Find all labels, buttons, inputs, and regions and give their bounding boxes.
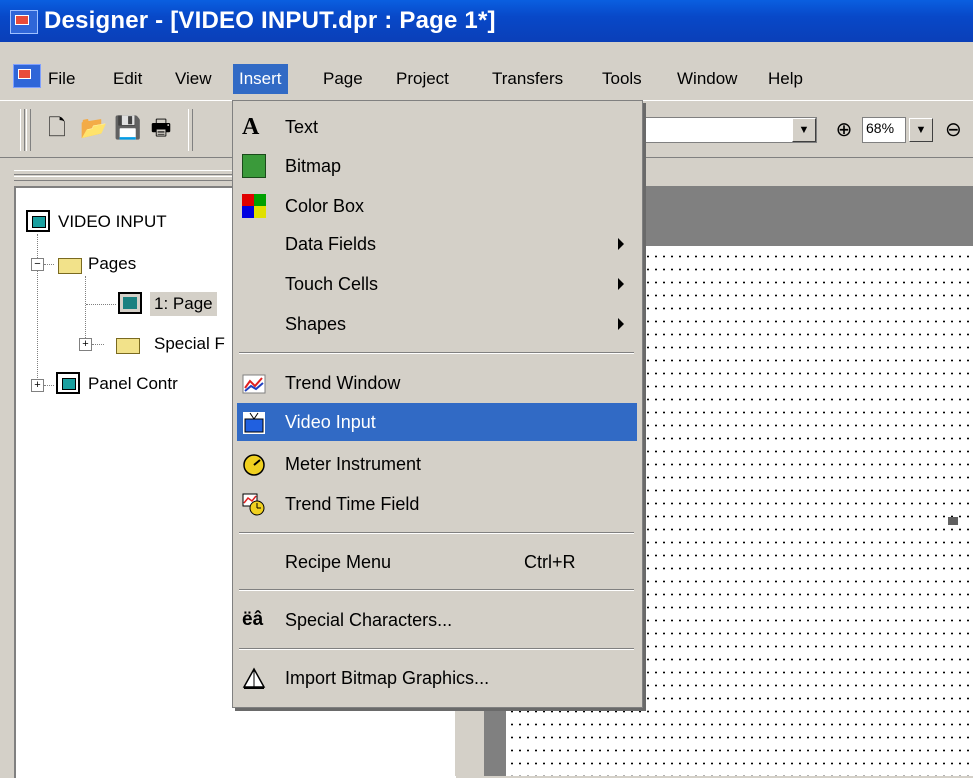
- menu-item-recipe-menu[interactable]: Recipe Menu Ctrl+R: [233, 543, 638, 581]
- recipe-shortcut: Ctrl+R: [524, 552, 576, 572]
- menu-item-special-characters[interactable]: ëâ Special Characters...: [233, 601, 638, 639]
- menu-separator: [239, 589, 634, 591]
- zoom-out-icon[interactable]: ⊖: [945, 118, 969, 142]
- menu-insert[interactable]: Insert: [233, 64, 288, 94]
- app-icon[interactable]: [10, 10, 38, 34]
- menu-item-color-box[interactable]: Color Box: [233, 187, 638, 225]
- selection-handle[interactable]: [948, 517, 958, 525]
- menu-item-trend-time-field[interactable]: Trend Time Field: [233, 485, 638, 523]
- menu-item-video-input[interactable]: Video Input: [237, 403, 637, 441]
- menu-item-import-bitmap[interactable]: Import Bitmap Graphics...: [233, 659, 638, 697]
- menu-view[interactable]: View: [175, 64, 212, 94]
- menu-file[interactable]: File: [48, 64, 75, 94]
- object-combo[interactable]: ▼: [640, 117, 817, 143]
- menu-window[interactable]: Window: [677, 64, 737, 94]
- new-file-icon[interactable]: 🗋: [44, 115, 70, 141]
- menu-separator: [239, 352, 634, 354]
- menu-item-trend-window[interactable]: Trend Window: [233, 364, 638, 402]
- toolbar-grip[interactable]: [20, 109, 25, 151]
- page-icon: [118, 292, 142, 314]
- project-icon: [26, 210, 50, 232]
- zoom-in-icon[interactable]: ⊕: [832, 118, 856, 142]
- submenu-arrow-icon: [618, 278, 624, 290]
- title-bar: Designer - [VIDEO INPUT.dpr : Page 1*]: [0, 0, 973, 42]
- submenu-arrow-icon: [618, 318, 624, 330]
- menu-edit[interactable]: Edit: [113, 64, 142, 94]
- menu-item-bitmap[interactable]: Bitmap: [233, 147, 638, 185]
- tree-line: [85, 276, 86, 346]
- text-icon: A: [242, 114, 260, 140]
- menu-item-text[interactable]: A Text: [233, 108, 638, 146]
- expand-icon[interactable]: +: [79, 338, 92, 351]
- tree-panel-control[interactable]: Panel Contr: [88, 374, 178, 394]
- open-folder-icon[interactable]: 📂: [80, 115, 107, 141]
- tree-line: [37, 234, 38, 386]
- folder-open-icon: [56, 252, 82, 274]
- color-box-icon: [242, 194, 266, 218]
- tree-line: [44, 264, 54, 265]
- save-icon[interactable]: 💾: [114, 115, 141, 141]
- menu-item-meter-instrument[interactable]: Meter Instrument: [233, 445, 638, 483]
- menu-project[interactable]: Project: [396, 64, 449, 94]
- zoom-value: 68%: [866, 120, 895, 136]
- tree-line: [92, 344, 104, 345]
- submenu-arrow-icon: [618, 238, 624, 250]
- zoom-dropdown-icon[interactable]: ▼: [909, 118, 933, 142]
- toolbar-separator: [188, 109, 193, 151]
- trend-window-icon: [242, 371, 266, 395]
- tree-pages[interactable]: Pages: [88, 254, 136, 274]
- panel-control-icon: [56, 372, 80, 394]
- menu-separator: [239, 532, 634, 534]
- expand-icon[interactable]: +: [31, 379, 44, 392]
- menu-bar: [0, 42, 973, 100]
- menu-tools[interactable]: Tools: [602, 64, 642, 94]
- folder-icon: [114, 332, 140, 354]
- bitmap-icon: [242, 154, 266, 178]
- toolbar-grip[interactable]: [26, 109, 31, 151]
- menu-help[interactable]: Help: [768, 64, 803, 94]
- trend-time-icon: [242, 492, 266, 516]
- collapse-icon[interactable]: −: [31, 258, 44, 271]
- menu-separator: [239, 648, 634, 650]
- menu-transfers[interactable]: Transfers: [492, 64, 563, 94]
- window-title: Designer - [VIDEO INPUT.dpr : Page 1*]: [44, 7, 496, 34]
- tree-page-1[interactable]: 1: Page: [150, 292, 217, 316]
- menu-item-shapes[interactable]: Shapes: [233, 305, 638, 343]
- special-characters-icon: ëâ: [242, 609, 264, 630]
- tree-special[interactable]: Special F: [154, 334, 225, 354]
- import-bitmap-icon: [242, 666, 266, 690]
- zoom-combo[interactable]: 68%: [862, 117, 906, 143]
- insert-menu: A Text Bitmap Color Box Data Fields Touc…: [232, 100, 643, 708]
- document-menu-icon[interactable]: [13, 64, 41, 88]
- tree-root[interactable]: VIDEO INPUT: [58, 212, 167, 232]
- menu-item-data-fields[interactable]: Data Fields: [233, 225, 638, 263]
- menu-page[interactable]: Page: [323, 64, 363, 94]
- tree-line: [44, 385, 54, 386]
- menu-item-touch-cells[interactable]: Touch Cells: [233, 265, 638, 303]
- print-icon[interactable]: 🖶: [148, 115, 174, 141]
- meter-icon: [242, 452, 266, 476]
- tree-line: [86, 304, 116, 305]
- video-input-icon: [242, 410, 266, 434]
- chevron-down-icon[interactable]: ▼: [792, 118, 816, 142]
